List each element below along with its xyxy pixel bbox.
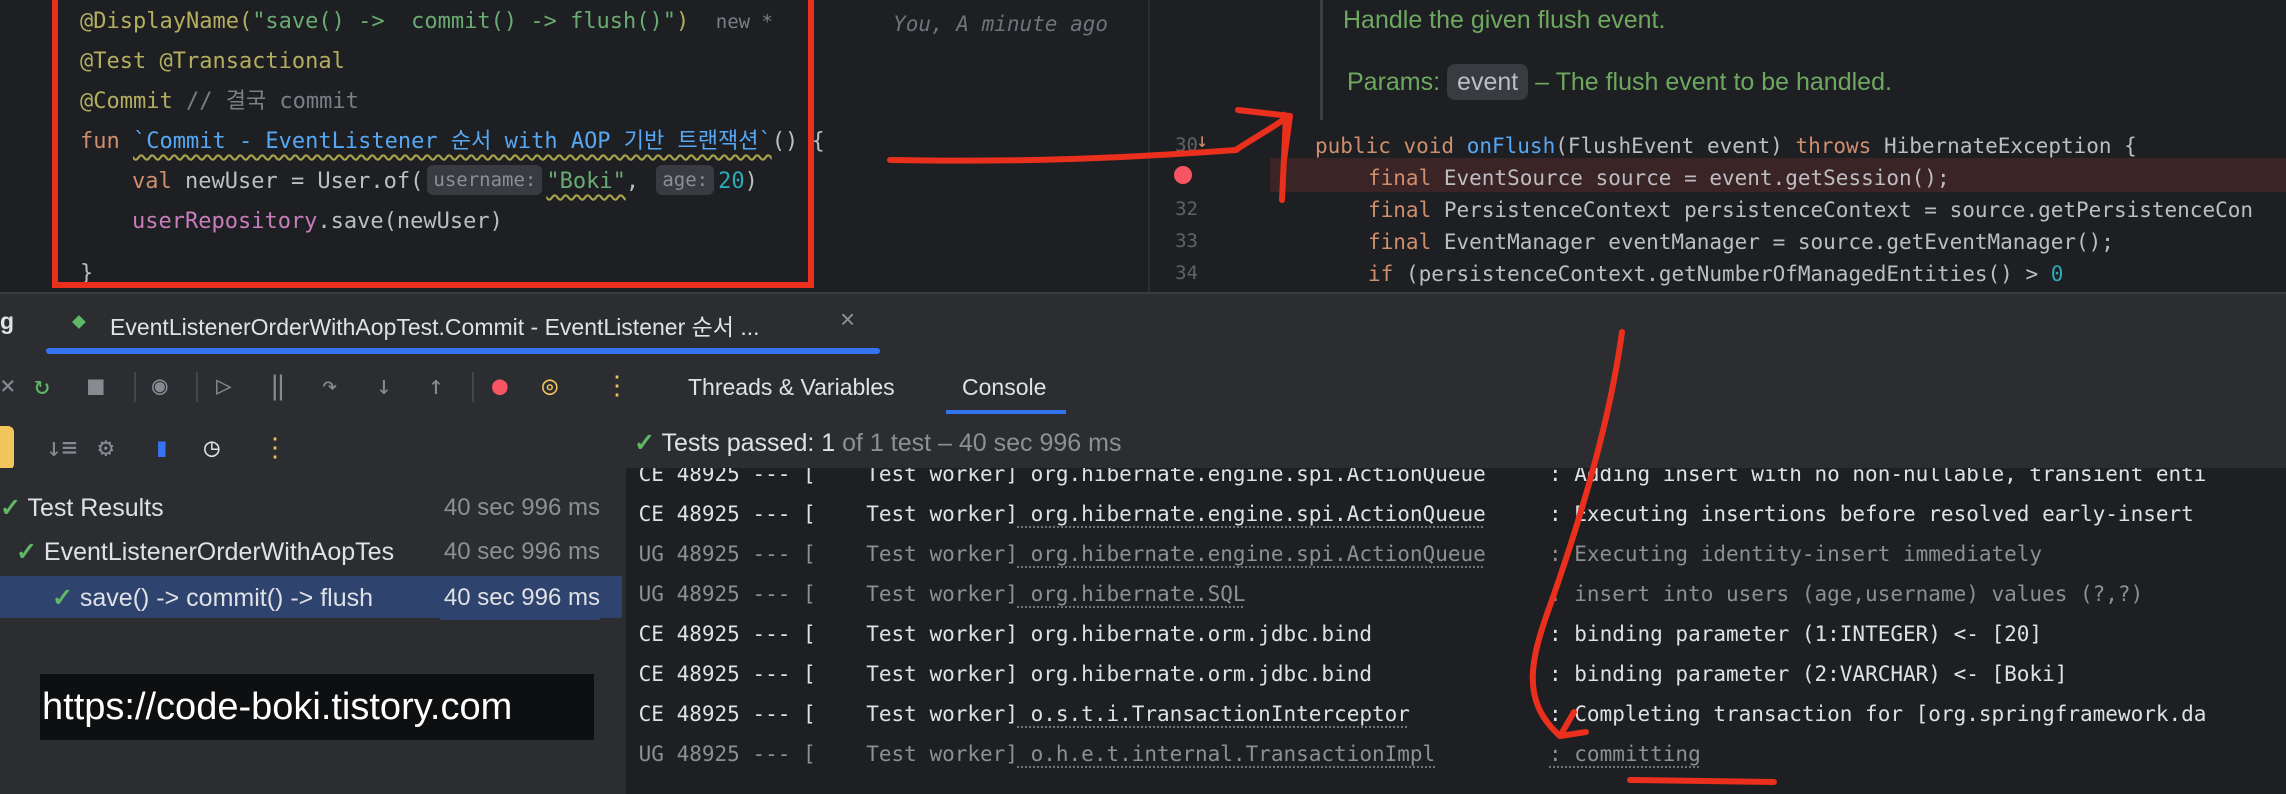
red-arrow-annotations <box>887 107 1777 785</box>
underline-mark <box>1627 777 1777 785</box>
arrow-line <box>1529 329 1625 739</box>
arrow-line <box>1233 111 1290 203</box>
arrow-line <box>887 147 1239 164</box>
arrowhead <box>1235 107 1293 119</box>
